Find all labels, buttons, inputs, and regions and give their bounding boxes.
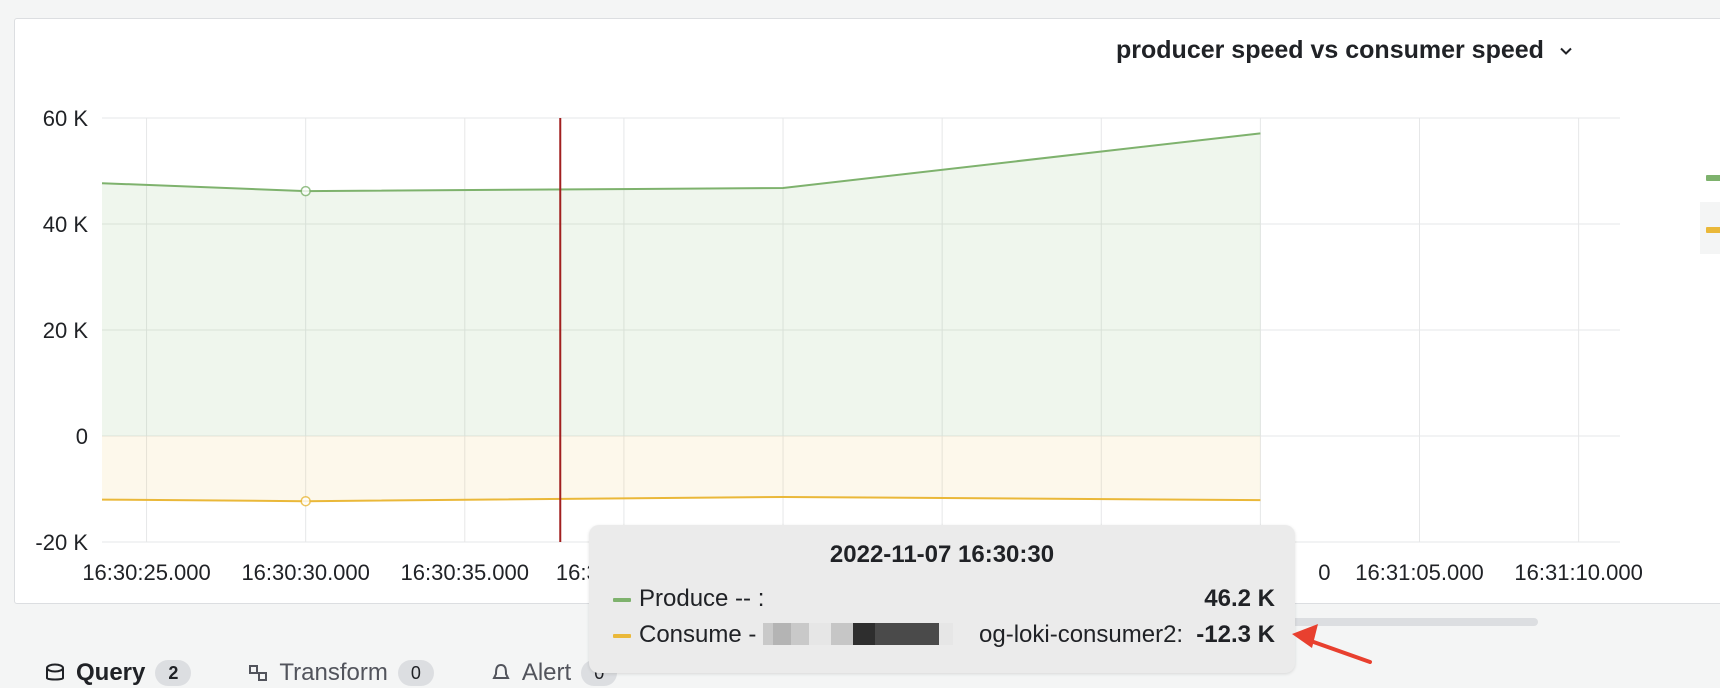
transform-icon: [249, 665, 268, 681]
x-tick-label: 16:31:05.000: [1355, 560, 1483, 585]
hover-point: [300, 495, 311, 507]
annotation-arrow-icon: [1292, 624, 1372, 664]
x-tick-label: 16:30:25.000: [82, 560, 210, 585]
bell-icon: [492, 663, 510, 679]
tab-transform-count: 0: [397, 660, 434, 686]
x-tick-label: 16:30:35.000: [401, 560, 529, 585]
editor-tabs: Query 2 Transform 0 Alert 0: [44, 658, 673, 688]
tooltip-series-value: -12.3 K: [1196, 621, 1275, 648]
hover-point: [300, 185, 311, 197]
x-tick-label: 16:30:30.000: [241, 560, 369, 585]
tab-transform[interactable]: Transform 0: [247, 658, 434, 688]
tab-query-label: Query: [76, 659, 146, 686]
tooltip-row-produce: Produce -- : 46.2 K: [613, 585, 1275, 615]
tab-alert-label: Alert: [521, 659, 572, 686]
x-tick-label: 0: [1318, 560, 1330, 585]
tooltip-swatch-produce: [613, 598, 631, 602]
tooltip-swatch-consume: [613, 634, 631, 638]
tooltip-row-consume: Consume - og-loki-consumer2: -12.3 K: [613, 621, 1275, 651]
y-tick-label: 0: [76, 424, 88, 449]
x-tick-label: 16:31:10.000: [1514, 560, 1642, 585]
hover-tooltip: 2022-11-07 16:30:30 Produce -- : 46.2 K …: [589, 525, 1295, 673]
tooltip-series-name: Produce -- :: [639, 585, 765, 612]
database-icon: [46, 663, 64, 681]
legend-swatch-consume[interactable]: [1706, 227, 1720, 233]
series-area: [102, 133, 1261, 436]
redacted-text: [763, 623, 953, 645]
tooltip-series-name-prefix: Consume -: [639, 621, 757, 648]
tooltip-series-value: 46.2 K: [1204, 585, 1275, 612]
tab-query[interactable]: Query 2: [44, 658, 192, 688]
tab-transform-label: Transform: [279, 659, 388, 686]
tooltip-series-name-suffix: og-loki-consumer2:: [979, 621, 1184, 648]
tab-query-count: 2: [155, 660, 192, 686]
y-tick-label: 20 K: [43, 318, 89, 343]
tooltip-time: 2022-11-07 16:30:30: [829, 541, 1055, 568]
y-tick-label: -20 K: [35, 530, 88, 555]
y-tick-label: 60 K: [43, 106, 89, 131]
legend-swatch-produce[interactable]: [1706, 175, 1720, 181]
y-tick-label: 40 K: [43, 212, 89, 237]
series-area: [102, 436, 1261, 502]
